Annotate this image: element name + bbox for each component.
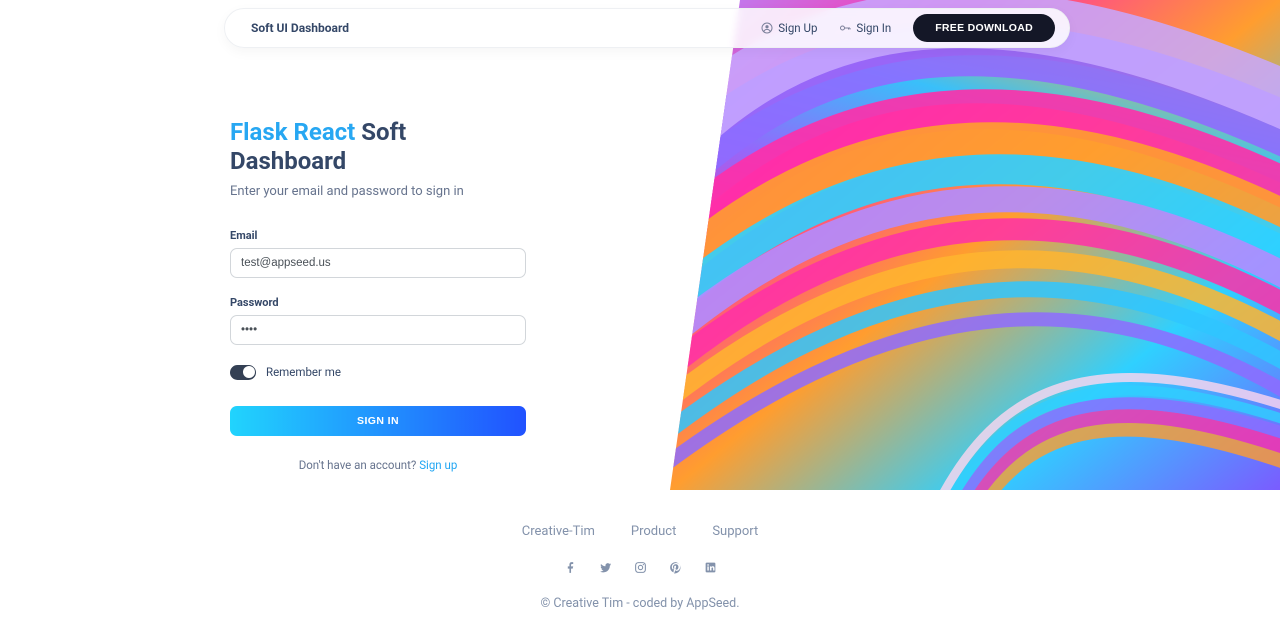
signup-prompt: Don't have an account? Sign up (230, 458, 526, 472)
social-row (0, 561, 1280, 574)
signin-button[interactable]: SIGN IN (230, 406, 526, 436)
signup-prompt-text: Don't have an account? (299, 458, 420, 472)
user-circle-icon (761, 22, 773, 34)
twitter-icon[interactable] (599, 561, 612, 574)
pinterest-icon[interactable] (669, 561, 682, 574)
footer-link-creative-tim[interactable]: Creative-Tim (522, 524, 595, 539)
footer-links: Creative-Tim Product Support (0, 520, 1280, 539)
copyright-text: © Creative Tim - coded by AppSeed. (0, 596, 1280, 611)
password-field[interactable] (230, 315, 526, 345)
page-title: Flask React Soft Dashboard (230, 118, 526, 176)
footer-link-support[interactable]: Support (712, 524, 758, 539)
brand-title[interactable]: Soft UI Dashboard (251, 21, 349, 35)
email-field[interactable] (230, 248, 526, 278)
linkedin-icon[interactable] (704, 561, 717, 574)
top-nav: Soft UI Dashboard Sign Up Sign In FREE D… (224, 8, 1070, 48)
nav-signup-label: Sign Up (778, 21, 817, 35)
page-title-accent: Flask React (230, 118, 355, 146)
instagram-icon[interactable] (634, 561, 647, 574)
remember-me-label: Remember me (266, 365, 341, 379)
nav-signin-label: Sign In (856, 21, 891, 35)
nav-signup-link[interactable]: Sign Up (761, 21, 817, 35)
free-download-button[interactable]: FREE DOWNLOAD (913, 14, 1055, 42)
password-label: Password (230, 296, 526, 309)
page-footer: Creative-Tim Product Support © Creative … (0, 520, 1280, 611)
remember-me-toggle[interactable] (230, 365, 256, 380)
page-subtitle: Enter your email and password to sign in (230, 184, 526, 199)
nav-signin-link[interactable]: Sign In (839, 21, 891, 35)
hero-artwork (670, 0, 1280, 490)
key-icon (839, 22, 851, 34)
footer-link-product[interactable]: Product (631, 524, 676, 539)
email-label: Email (230, 229, 526, 242)
signin-form: Flask React Soft Dashboard Enter your em… (230, 118, 526, 472)
signup-link[interactable]: Sign up (419, 458, 457, 472)
facebook-icon[interactable] (564, 561, 577, 574)
